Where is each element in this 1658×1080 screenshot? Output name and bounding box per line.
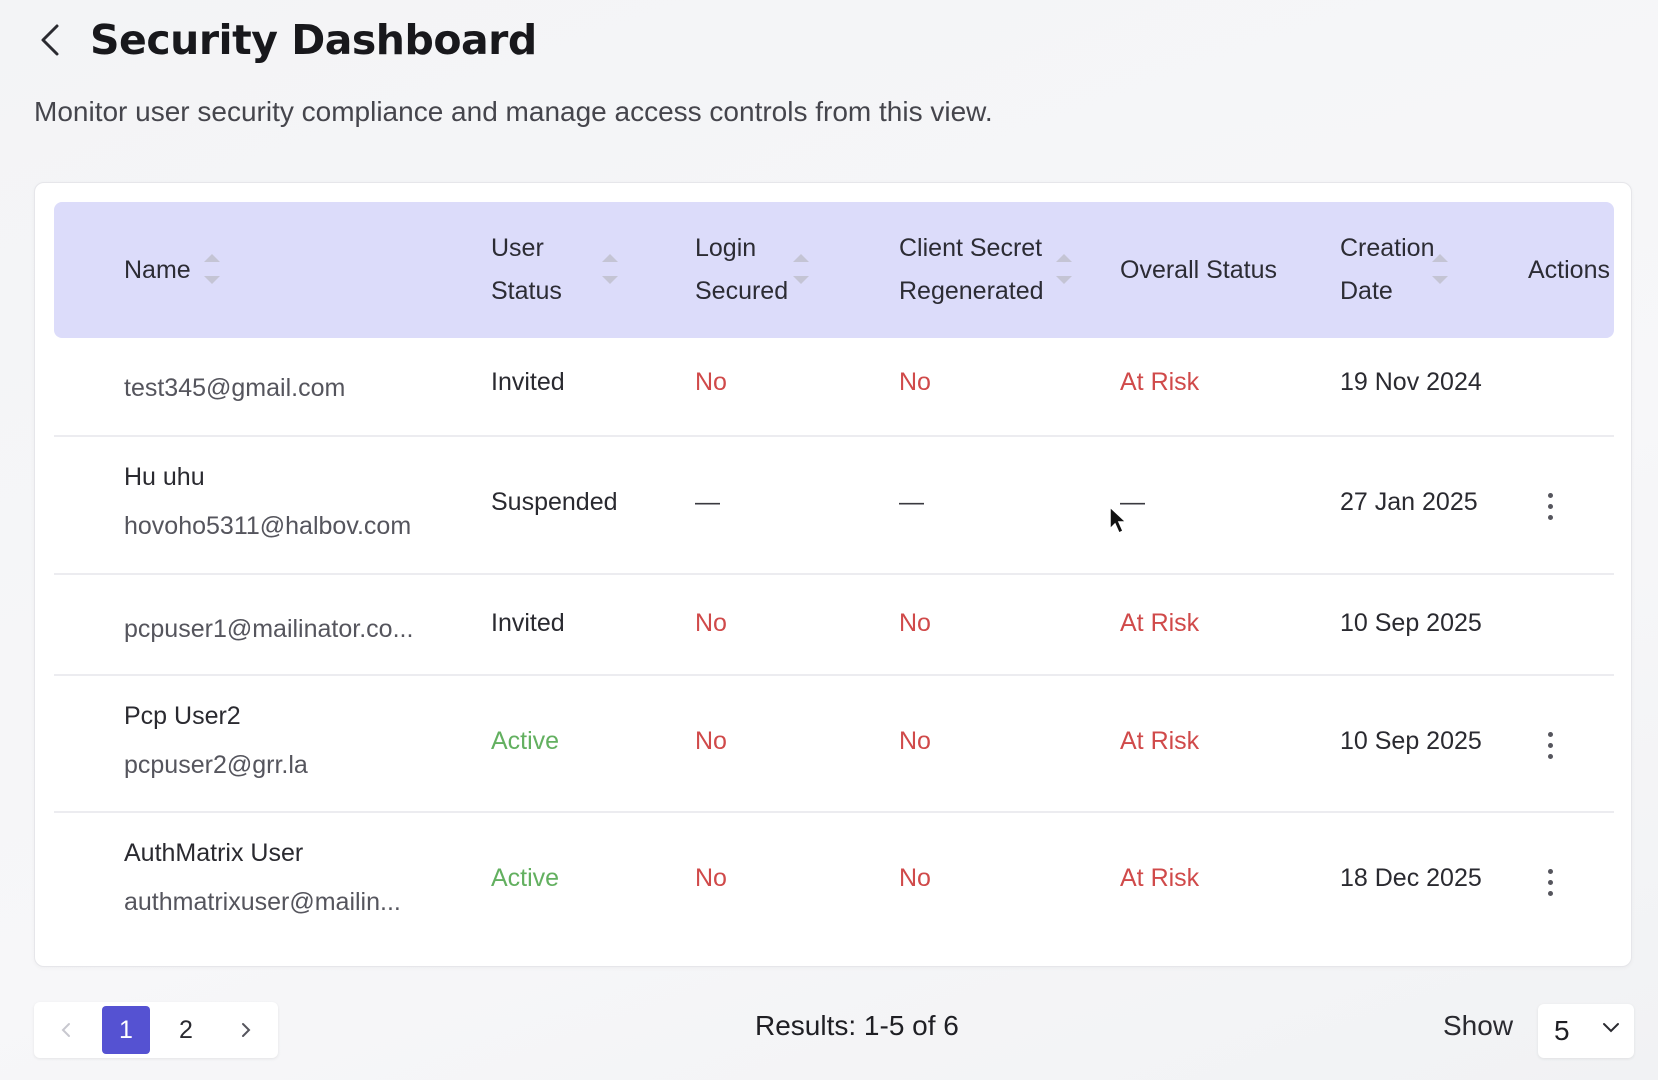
page-button-1[interactable]: 1 (102, 1006, 150, 1054)
next-page-button[interactable] (222, 1006, 270, 1054)
show-label: Show (1443, 1010, 1514, 1041)
page-subtitle: Monitor user security compliance and man… (34, 96, 993, 127)
row-actions-menu-icon[interactable] (1535, 484, 1565, 528)
row-actions-menu-icon[interactable] (1535, 860, 1565, 904)
user-status: Invited (491, 368, 565, 396)
client-secret-value: — (899, 488, 924, 516)
page-header: Security Dashboard (32, 10, 537, 70)
table-header: Name User Status Login Secured Client Se… (54, 202, 1614, 338)
sort-icon[interactable] (204, 254, 220, 284)
table-row[interactable]: Hu uhu hovoho5311@halbov.com Suspended —… (54, 437, 1614, 575)
row-actions-menu-icon[interactable] (1535, 723, 1565, 767)
page-button-2[interactable]: 2 (162, 1006, 210, 1054)
user-email: pcpuser1@mailinator.co... (124, 615, 414, 643)
sort-icon[interactable] (602, 254, 618, 284)
login-secured-value: No (695, 864, 727, 892)
table-row[interactable]: test345@gmail.com Invited No No At Risk … (54, 338, 1614, 437)
login-secured-value: No (695, 609, 727, 637)
chevron-down-icon (1603, 1023, 1619, 1033)
prev-page-button[interactable] (42, 1006, 90, 1054)
sort-icon[interactable] (1056, 254, 1072, 284)
column-header-name[interactable]: Name (124, 202, 191, 338)
user-name: AuthMatrix User (124, 839, 304, 867)
client-secret-value: No (899, 727, 931, 755)
results-count: Results: 1-5 of 6 (755, 1010, 959, 1041)
column-header-user-status[interactable]: User Status (491, 202, 562, 338)
user-email: authmatrixuser@mailin... (124, 888, 401, 916)
login-secured-value: — (695, 488, 720, 516)
pagination: 1 2 (34, 1002, 278, 1058)
creation-date: 27 Jan 2025 (1340, 488, 1478, 516)
chevron-left-icon (61, 1023, 70, 1037)
user-name: Pcp User2 (124, 702, 241, 730)
table-row[interactable]: pcpuser1@mailinator.co... Invited No No … (54, 575, 1614, 676)
creation-date: 10 Sep 2025 (1340, 727, 1482, 755)
column-header-login-secured[interactable]: Login Secured (695, 202, 788, 338)
user-status: Active (491, 727, 560, 755)
column-header-client-secret[interactable]: Client Secret Regenerated (899, 202, 1044, 338)
page-title: Security Dashboard (90, 16, 537, 64)
client-secret-value: No (899, 368, 931, 396)
column-header-overall-status: Overall Status (1120, 255, 1278, 284)
column-header-creation-date[interactable]: Creation Date (1340, 202, 1435, 338)
user-email: pcpuser2@grr.la (124, 751, 308, 779)
login-secured-value: No (695, 368, 727, 396)
creation-date: 18 Dec 2025 (1340, 864, 1482, 892)
user-status: Suspended (491, 488, 618, 516)
chevron-right-icon (242, 1023, 251, 1037)
back-button[interactable] (32, 18, 68, 62)
users-table-card: Name User Status Login Secured Client Se… (34, 182, 1632, 967)
overall-status-value: At Risk (1120, 368, 1200, 396)
sort-icon[interactable] (793, 254, 809, 284)
client-secret-value: No (899, 609, 931, 637)
overall-status-value: At Risk (1120, 864, 1200, 892)
chevron-left-icon (41, 24, 59, 56)
login-secured-value: No (695, 727, 727, 755)
sort-icon[interactable] (1432, 254, 1448, 284)
table-row[interactable]: Pcp User2 pcpuser2@grr.la Active No No A… (54, 676, 1614, 813)
table-row[interactable]: AuthMatrix User authmatrixuser@mailin...… (54, 813, 1614, 950)
page-size-select[interactable]: 5 (1538, 1004, 1634, 1058)
creation-date: 10 Sep 2025 (1340, 609, 1482, 637)
creation-date: 19 Nov 2024 (1340, 368, 1482, 396)
page-size-value: 5 (1554, 1015, 1570, 1046)
client-secret-value: No (899, 864, 931, 892)
overall-status-value: At Risk (1120, 727, 1200, 755)
user-status: Active (491, 864, 560, 892)
overall-status-value: At Risk (1120, 609, 1200, 637)
user-email: test345@gmail.com (124, 374, 346, 402)
user-email: hovoho5311@halbov.com (124, 512, 412, 540)
mouse-cursor-icon (1109, 505, 1128, 535)
user-name: Hu uhu (124, 463, 205, 491)
user-status: Invited (491, 609, 565, 637)
column-header-actions: Actions (1528, 255, 1610, 284)
